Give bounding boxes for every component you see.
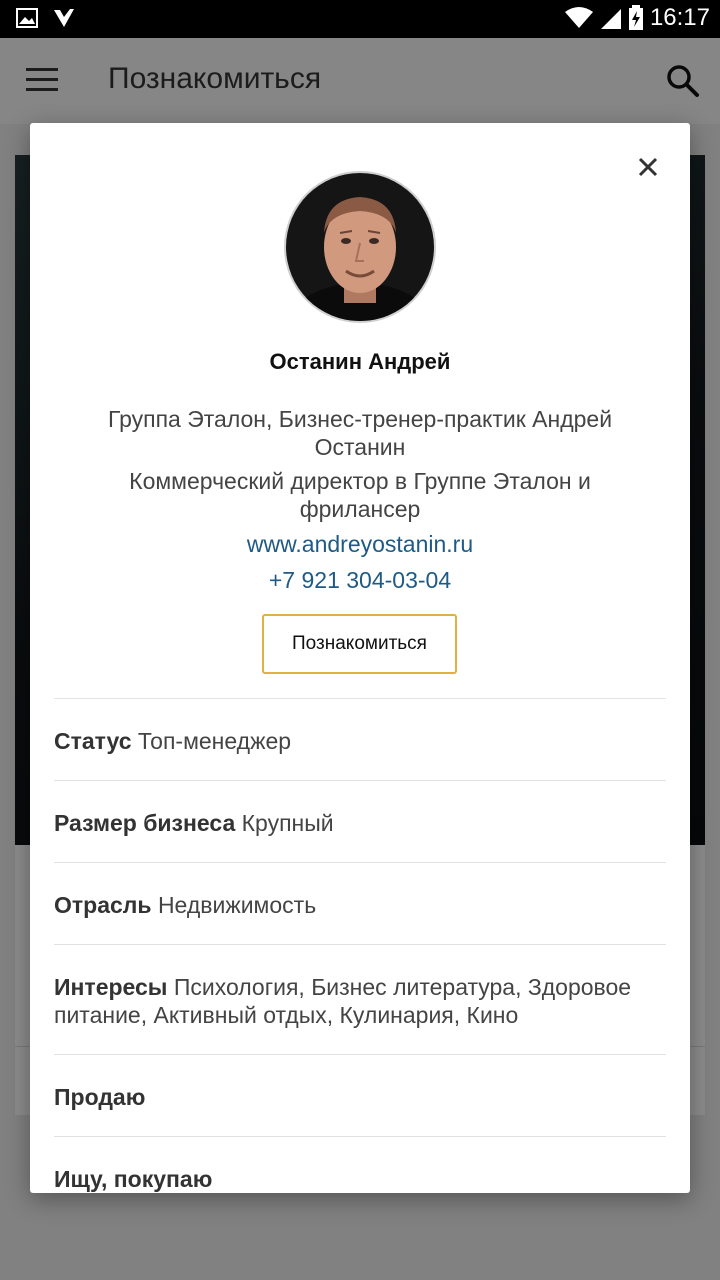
meet-button[interactable]: Познакомиться <box>262 614 457 674</box>
field-label: Размер бизнеса <box>54 810 236 836</box>
field-interests: Интересы Психология, Бизнес литература, … <box>54 973 666 1029</box>
profile-name: Останин Андрей <box>269 349 451 374</box>
avatar <box>284 171 436 323</box>
divider <box>54 780 666 781</box>
field-buying: Ищу, покупаю <box>54 1165 666 1193</box>
field-label: Отрасль <box>54 892 152 918</box>
wifi-icon <box>564 7 593 28</box>
website-link[interactable]: www.andreyostanin.ru <box>30 531 690 558</box>
field-label: Продаю <box>54 1084 146 1110</box>
divider <box>54 1136 666 1137</box>
field-value: Топ-менеджер <box>137 728 292 754</box>
battery-charging-icon <box>628 5 643 30</box>
field-business-size: Размер бизнеса Крупный <box>54 809 666 837</box>
close-icon[interactable] <box>630 149 666 185</box>
field-selling: Продаю <box>54 1083 666 1111</box>
status-bar: 16:17 <box>0 0 720 38</box>
image-icon <box>16 8 38 28</box>
field-value: Крупный <box>241 810 334 836</box>
divider <box>54 862 666 863</box>
check-icon <box>54 9 74 27</box>
phone-link[interactable]: +7 921 304-03-04 <box>30 567 690 594</box>
divider <box>54 944 666 945</box>
profile-dialog: Останин Андрей Группа Эталон, Бизнес-тре… <box>30 123 690 1193</box>
field-value: Недвижимость <box>157 892 317 918</box>
profile-position: Коммерческий директор в Группе Эталон и … <box>129 468 591 522</box>
status-time: 16:17 <box>649 4 710 31</box>
field-industry: Отрасль Недвижимость <box>54 891 666 919</box>
field-label: Ищу, покупаю <box>54 1166 213 1192</box>
divider <box>54 698 666 699</box>
field-label: Статус <box>54 728 132 754</box>
signal-icon <box>600 9 621 29</box>
profile-company: Группа Эталон, Бизнес-тренер-практик Анд… <box>107 406 613 460</box>
field-status: Статус Топ-менеджер <box>54 727 666 755</box>
divider <box>54 1054 666 1055</box>
field-label: Интересы <box>54 974 168 1000</box>
